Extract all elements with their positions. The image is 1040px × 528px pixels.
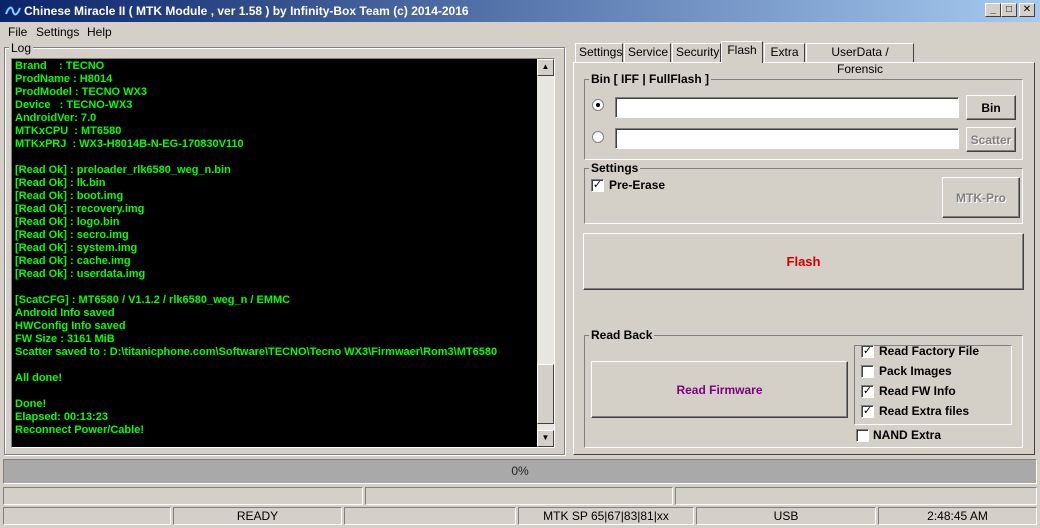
settings-group-title: Settings	[589, 161, 641, 175]
tab-flash[interactable]: Flash	[721, 41, 763, 63]
status-blank-2	[344, 507, 516, 525]
log-line: [Read Ok] : cache.img	[15, 255, 131, 267]
scroll-thumb[interactable]	[537, 364, 554, 424]
log-line: Device : TECNO-WX3	[15, 99, 133, 111]
log-line: [Read Ok] : userdata.img	[15, 268, 146, 280]
minimize-button[interactable]: _	[985, 3, 1001, 17]
log-line: [Read Ok] : logo.bin	[15, 216, 120, 228]
nand-extra-label: NAND Extra	[873, 428, 942, 442]
bin-button[interactable]: Bin	[966, 95, 1016, 120]
scatter-path-input[interactable]	[615, 128, 959, 149]
read-fw-info-checkbox[interactable]: ✓	[861, 385, 874, 398]
bin-group-title: Bin [ IFF | FullFlash ]	[589, 72, 712, 86]
tab-extra[interactable]: Extra	[764, 43, 805, 62]
log-legend: Log	[9, 41, 34, 55]
close-button[interactable]: ✕	[1019, 3, 1035, 17]
log-line: [Read Ok] : secro.img	[15, 229, 129, 241]
status-panel-3	[675, 487, 1037, 505]
window-title: Chinese Miracle II ( MTK Module , ver 1.…	[24, 4, 469, 18]
mtk-pro-button[interactable]: MTK-Pro	[942, 177, 1020, 218]
log-line: [ScatCFG] : MT6580 / V1.1.2 / rlk6580_we…	[15, 294, 291, 306]
log-console: Brand : TECNO ProdName : H8014 ProdModel :…	[11, 58, 555, 448]
log-line: Scatter saved to : D:\titanicphone.com\S…	[15, 346, 498, 358]
log-line: [Read Ok] : recovery.img	[15, 203, 145, 215]
log-line: AndroidVer: 7.0	[15, 112, 97, 124]
flash-button[interactable]: Flash	[583, 233, 1024, 290]
log-line: FW Size : 3161 MiB	[15, 333, 115, 345]
menu-bar: File Settings Help	[0, 22, 1040, 42]
log-line: [Read Ok] : preloader_rlk6580_weg_n.bin	[15, 164, 231, 176]
title-bar: Chinese Miracle II ( MTK Module , ver 1.…	[0, 0, 1040, 22]
scatter-button[interactable]: Scatter	[966, 127, 1016, 152]
log-line: MTKxCPU : MT6580	[15, 125, 122, 137]
pre-erase-label: Pre-Erase	[609, 178, 666, 192]
bin-path-input[interactable]	[615, 97, 959, 118]
tab-service[interactable]: Service	[624, 43, 671, 62]
log-line: [Read Ok] : system.img	[15, 242, 138, 254]
read-extra-files-label: Read Extra files	[879, 404, 970, 418]
read-extra-files-checkbox[interactable]: ✓	[861, 405, 874, 418]
log-line: Elapsed: 00:13:23	[15, 411, 108, 423]
read-firmware-button[interactable]: Read Firmware	[591, 361, 848, 418]
status-ready: READY	[173, 507, 342, 525]
scroll-down-icon[interactable]: ▼	[537, 430, 554, 447]
tab-security[interactable]: Security	[672, 43, 721, 62]
read-factory-file-checkbox[interactable]: ✓	[861, 345, 874, 358]
read-back-group-title: Read Back	[589, 328, 655, 342]
status-time: 2:48:45 AM	[878, 507, 1037, 525]
log-line: Reconnect Power/Cable!	[15, 424, 144, 436]
pack-images-label: Pack Images	[879, 364, 952, 378]
menu-settings[interactable]: Settings	[36, 25, 79, 39]
log-line: [Read Ok] : lk.bin	[15, 177, 106, 189]
log-line: HWConfig Info saved	[15, 320, 126, 332]
log-line: Done!	[15, 398, 47, 410]
status-panel-1	[3, 487, 363, 505]
log-line: Brand : TECNO	[15, 60, 105, 72]
log-line: MTKxPRJ : WX3-H8014B-N-EG-170830V110	[15, 138, 244, 150]
status-port: USB	[696, 507, 876, 525]
read-fw-info-label: Read FW Info	[879, 384, 956, 398]
progress-bar: 0%	[3, 459, 1037, 484]
log-line: ProdName : H8014	[15, 73, 113, 85]
pack-images-checkbox[interactable]	[861, 365, 874, 378]
pre-erase-checkbox[interactable]: ✓	[591, 179, 604, 192]
status-panel-2	[365, 487, 673, 505]
maximize-button[interactable]: □	[1001, 3, 1017, 17]
tab-userdata-forensic[interactable]: UserData / Forensic	[806, 43, 914, 76]
log-line: All done!	[15, 372, 63, 384]
tab-settings[interactable]: Settings	[575, 43, 623, 62]
scatter-radio[interactable]	[592, 131, 604, 143]
menu-file[interactable]: File	[8, 25, 27, 39]
status-blank-1	[3, 507, 171, 525]
log-scrollbar[interactable]: ▲ ▼	[537, 59, 554, 447]
status-protocol: MTK SP 65|67|83|81|xx	[518, 507, 694, 525]
log-line: [Read Ok] : boot.img	[15, 190, 124, 202]
scroll-up-icon[interactable]: ▲	[537, 59, 554, 76]
log-line: ProdModel : TECNO WX3	[15, 86, 147, 98]
app-logo-icon	[5, 6, 21, 16]
menu-help[interactable]: Help	[87, 25, 112, 39]
log-line: Android Info saved	[15, 307, 115, 319]
log-text: Brand : TECNO ProdName : H8014 ProdModel :…	[15, 60, 539, 446]
read-factory-file-label: Read Factory File	[879, 344, 980, 358]
bin-radio[interactable]	[592, 99, 604, 111]
nand-extra-checkbox[interactable]	[856, 429, 869, 442]
